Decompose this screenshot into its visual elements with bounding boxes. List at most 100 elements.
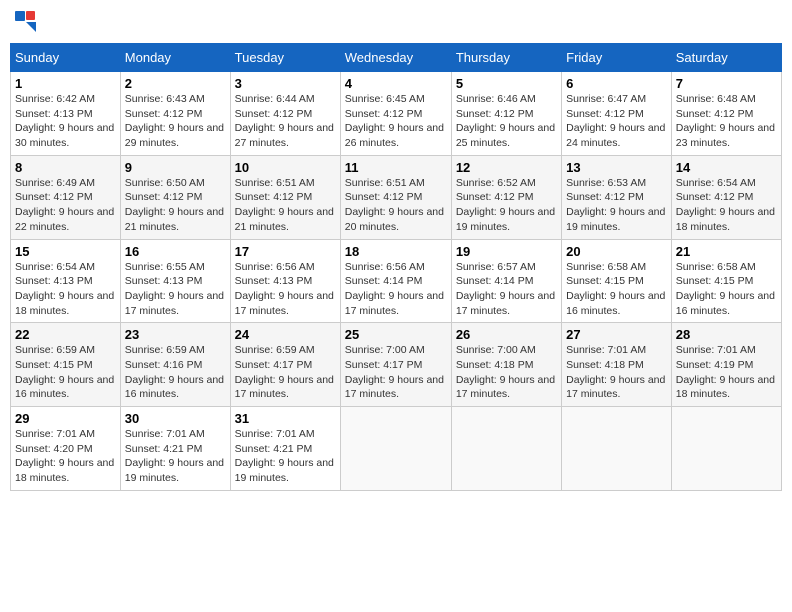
day-number: 27 <box>566 327 667 342</box>
day-number: 16 <box>125 244 226 259</box>
calendar-cell: 13 Sunrise: 6:53 AMSunset: 4:12 PMDaylig… <box>562 155 672 239</box>
day-number: 28 <box>676 327 777 342</box>
day-info: Sunrise: 6:46 AMSunset: 4:12 PMDaylight:… <box>456 93 555 149</box>
day-info: Sunrise: 6:51 AMSunset: 4:12 PMDaylight:… <box>235 177 334 233</box>
day-info: Sunrise: 6:59 AMSunset: 4:16 PMDaylight:… <box>125 344 224 400</box>
header-day-thursday: Thursday <box>451 44 561 72</box>
calendar-cell: 19 Sunrise: 6:57 AMSunset: 4:14 PMDaylig… <box>451 239 561 323</box>
day-info: Sunrise: 6:57 AMSunset: 4:14 PMDaylight:… <box>456 261 555 317</box>
day-number: 3 <box>235 76 336 91</box>
day-info: Sunrise: 6:44 AMSunset: 4:12 PMDaylight:… <box>235 93 334 149</box>
week-row-3: 15 Sunrise: 6:54 AMSunset: 4:13 PMDaylig… <box>11 239 782 323</box>
calendar-header: SundayMondayTuesdayWednesdayThursdayFrid… <box>11 44 782 72</box>
calendar-table: SundayMondayTuesdayWednesdayThursdayFrid… <box>10 43 782 491</box>
calendar-cell: 30 Sunrise: 7:01 AMSunset: 4:21 PMDaylig… <box>120 407 230 491</box>
calendar-cell: 3 Sunrise: 6:44 AMSunset: 4:12 PMDayligh… <box>230 72 340 156</box>
day-info: Sunrise: 6:59 AMSunset: 4:17 PMDaylight:… <box>235 344 334 400</box>
calendar-cell: 22 Sunrise: 6:59 AMSunset: 4:15 PMDaylig… <box>11 323 121 407</box>
calendar-cell: 10 Sunrise: 6:51 AMSunset: 4:12 PMDaylig… <box>230 155 340 239</box>
day-info: Sunrise: 6:58 AMSunset: 4:15 PMDaylight:… <box>566 261 665 317</box>
calendar-cell: 26 Sunrise: 7:00 AMSunset: 4:18 PMDaylig… <box>451 323 561 407</box>
header-day-saturday: Saturday <box>671 44 781 72</box>
day-number: 2 <box>125 76 226 91</box>
calendar-cell: 27 Sunrise: 7:01 AMSunset: 4:18 PMDaylig… <box>562 323 672 407</box>
calendar-body: 1 Sunrise: 6:42 AMSunset: 4:13 PMDayligh… <box>11 72 782 491</box>
day-info: Sunrise: 6:52 AMSunset: 4:12 PMDaylight:… <box>456 177 555 233</box>
day-info: Sunrise: 7:01 AMSunset: 4:20 PMDaylight:… <box>15 428 114 484</box>
calendar-cell <box>340 407 451 491</box>
day-number: 22 <box>15 327 116 342</box>
calendar-cell: 28 Sunrise: 7:01 AMSunset: 4:19 PMDaylig… <box>671 323 781 407</box>
calendar-cell: 1 Sunrise: 6:42 AMSunset: 4:13 PMDayligh… <box>11 72 121 156</box>
day-number: 20 <box>566 244 667 259</box>
day-number: 6 <box>566 76 667 91</box>
header-row: SundayMondayTuesdayWednesdayThursdayFrid… <box>11 44 782 72</box>
week-row-2: 8 Sunrise: 6:49 AMSunset: 4:12 PMDayligh… <box>11 155 782 239</box>
day-info: Sunrise: 7:00 AMSunset: 4:17 PMDaylight:… <box>345 344 444 400</box>
day-number: 31 <box>235 411 336 426</box>
day-number: 26 <box>456 327 557 342</box>
calendar-cell: 12 Sunrise: 6:52 AMSunset: 4:12 PMDaylig… <box>451 155 561 239</box>
day-number: 10 <box>235 160 336 175</box>
week-row-4: 22 Sunrise: 6:59 AMSunset: 4:15 PMDaylig… <box>11 323 782 407</box>
day-number: 30 <box>125 411 226 426</box>
day-number: 12 <box>456 160 557 175</box>
day-number: 17 <box>235 244 336 259</box>
day-number: 13 <box>566 160 667 175</box>
calendar-cell: 7 Sunrise: 6:48 AMSunset: 4:12 PMDayligh… <box>671 72 781 156</box>
day-info: Sunrise: 7:01 AMSunset: 4:19 PMDaylight:… <box>676 344 775 400</box>
header-day-friday: Friday <box>562 44 672 72</box>
calendar-cell: 8 Sunrise: 6:49 AMSunset: 4:12 PMDayligh… <box>11 155 121 239</box>
logo-icon <box>14 10 36 35</box>
day-number: 11 <box>345 160 447 175</box>
day-info: Sunrise: 7:01 AMSunset: 4:18 PMDaylight:… <box>566 344 665 400</box>
day-number: 18 <box>345 244 447 259</box>
calendar-cell: 15 Sunrise: 6:54 AMSunset: 4:13 PMDaylig… <box>11 239 121 323</box>
logo <box>14 10 40 35</box>
header-day-tuesday: Tuesday <box>230 44 340 72</box>
day-info: Sunrise: 6:55 AMSunset: 4:13 PMDaylight:… <box>125 261 224 317</box>
day-number: 19 <box>456 244 557 259</box>
day-number: 25 <box>345 327 447 342</box>
calendar-cell: 25 Sunrise: 7:00 AMSunset: 4:17 PMDaylig… <box>340 323 451 407</box>
day-info: Sunrise: 7:01 AMSunset: 4:21 PMDaylight:… <box>125 428 224 484</box>
calendar-cell: 16 Sunrise: 6:55 AMSunset: 4:13 PMDaylig… <box>120 239 230 323</box>
day-info: Sunrise: 6:51 AMSunset: 4:12 PMDaylight:… <box>345 177 444 233</box>
day-info: Sunrise: 6:47 AMSunset: 4:12 PMDaylight:… <box>566 93 665 149</box>
calendar-cell: 23 Sunrise: 6:59 AMSunset: 4:16 PMDaylig… <box>120 323 230 407</box>
calendar-cell: 31 Sunrise: 7:01 AMSunset: 4:21 PMDaylig… <box>230 407 340 491</box>
week-row-1: 1 Sunrise: 6:42 AMSunset: 4:13 PMDayligh… <box>11 72 782 156</box>
header-day-wednesday: Wednesday <box>340 44 451 72</box>
day-info: Sunrise: 7:00 AMSunset: 4:18 PMDaylight:… <box>456 344 555 400</box>
calendar-cell <box>671 407 781 491</box>
day-number: 8 <box>15 160 116 175</box>
day-info: Sunrise: 6:45 AMSunset: 4:12 PMDaylight:… <box>345 93 444 149</box>
day-info: Sunrise: 7:01 AMSunset: 4:21 PMDaylight:… <box>235 428 334 484</box>
day-number: 23 <box>125 327 226 342</box>
day-number: 1 <box>15 76 116 91</box>
day-info: Sunrise: 6:53 AMSunset: 4:12 PMDaylight:… <box>566 177 665 233</box>
day-info: Sunrise: 6:54 AMSunset: 4:12 PMDaylight:… <box>676 177 775 233</box>
day-info: Sunrise: 6:56 AMSunset: 4:13 PMDaylight:… <box>235 261 334 317</box>
calendar-cell: 5 Sunrise: 6:46 AMSunset: 4:12 PMDayligh… <box>451 72 561 156</box>
page-header <box>10 10 782 35</box>
calendar-cell: 11 Sunrise: 6:51 AMSunset: 4:12 PMDaylig… <box>340 155 451 239</box>
calendar-cell: 17 Sunrise: 6:56 AMSunset: 4:13 PMDaylig… <box>230 239 340 323</box>
calendar-cell: 18 Sunrise: 6:56 AMSunset: 4:14 PMDaylig… <box>340 239 451 323</box>
calendar-cell: 14 Sunrise: 6:54 AMSunset: 4:12 PMDaylig… <box>671 155 781 239</box>
calendar-cell: 29 Sunrise: 7:01 AMSunset: 4:20 PMDaylig… <box>11 407 121 491</box>
week-row-5: 29 Sunrise: 7:01 AMSunset: 4:20 PMDaylig… <box>11 407 782 491</box>
header-day-monday: Monday <box>120 44 230 72</box>
calendar-cell: 4 Sunrise: 6:45 AMSunset: 4:12 PMDayligh… <box>340 72 451 156</box>
day-number: 21 <box>676 244 777 259</box>
day-info: Sunrise: 6:58 AMSunset: 4:15 PMDaylight:… <box>676 261 775 317</box>
calendar-cell: 9 Sunrise: 6:50 AMSunset: 4:12 PMDayligh… <box>120 155 230 239</box>
day-number: 5 <box>456 76 557 91</box>
day-number: 15 <box>15 244 116 259</box>
calendar-cell: 24 Sunrise: 6:59 AMSunset: 4:17 PMDaylig… <box>230 323 340 407</box>
day-info: Sunrise: 6:49 AMSunset: 4:12 PMDaylight:… <box>15 177 114 233</box>
day-info: Sunrise: 6:43 AMSunset: 4:12 PMDaylight:… <box>125 93 224 149</box>
calendar-cell: 20 Sunrise: 6:58 AMSunset: 4:15 PMDaylig… <box>562 239 672 323</box>
day-number: 24 <box>235 327 336 342</box>
calendar-cell: 6 Sunrise: 6:47 AMSunset: 4:12 PMDayligh… <box>562 72 672 156</box>
